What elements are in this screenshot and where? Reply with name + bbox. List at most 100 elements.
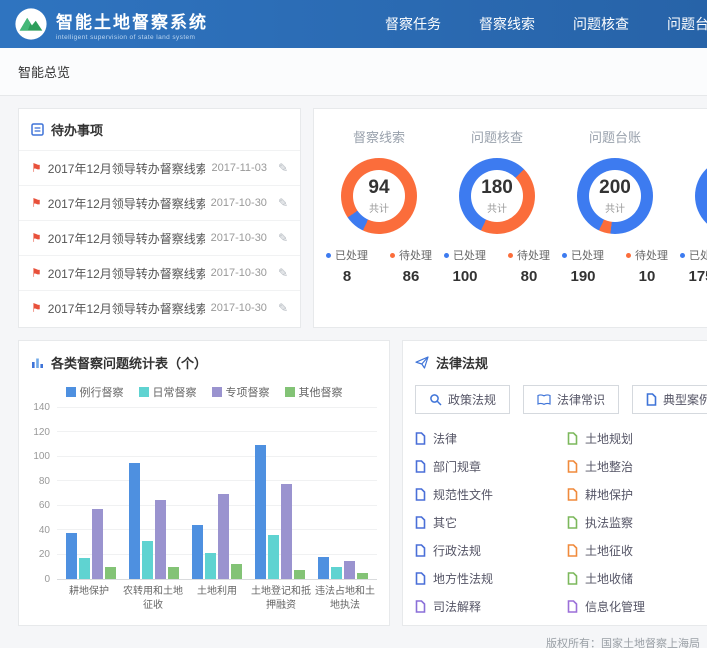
plot-area [57, 408, 377, 580]
app-title-block: 智能土地督察系统 intelligent supervision of stat… [56, 8, 208, 41]
edit-icon[interactable]: ✎ [278, 161, 288, 175]
y-tick-label: 60 [39, 500, 50, 511]
law-item[interactable]: 法律 [415, 424, 567, 452]
law-tab-2[interactable]: 法律常识 [523, 385, 619, 414]
flag-icon: ⚑ [31, 301, 42, 315]
todo-panel: 待办事项 ⚑2017年12月领导转办督察线索2017-11-03✎⚑2017年1… [18, 108, 301, 328]
law-tab-label: 典型案例 [663, 391, 707, 408]
law-item[interactable]: 信息化管理 [567, 592, 707, 620]
x-tick-label: 违法占地和土地执法 [314, 585, 376, 612]
book-icon [567, 432, 578, 445]
law-item-label: 司法解释 [433, 598, 481, 615]
todo-item[interactable]: ⚑2017年12月领导转办督察线索2017-11-03✎ [19, 150, 300, 185]
todo-item[interactable]: ⚑2017年12月领导转办督察线索2017-10-30✎ [19, 255, 300, 290]
bar-chart-icon [31, 357, 44, 369]
law-tab-1[interactable]: 政策法规 [415, 385, 510, 414]
page-title: 智能总览 [18, 65, 70, 80]
law-item[interactable]: 执法监察 [567, 508, 707, 536]
todo-date: 2017-11-03 [211, 162, 266, 174]
laws-panel: 法律法规 政策法规法律常识典型案例 法律部门规章规范性文件其它行政法规地方性法规… [402, 340, 707, 626]
processed-legend: 已处理190 [562, 247, 604, 285]
y-axis: 020406080100120140 [31, 408, 57, 580]
legend-swatch [139, 387, 149, 397]
stat-title: 督察线索 [320, 127, 438, 146]
bar [168, 567, 179, 579]
policy-icon [429, 393, 442, 406]
todo-text: 2017年12月领导转办督察线索 [48, 195, 205, 212]
bar [344, 561, 355, 579]
todo-item[interactable]: ⚑2017年12月领导转办督察线索2017-10-30✎ [19, 185, 300, 220]
law-item[interactable]: 司法解释 [415, 592, 567, 620]
bar [205, 553, 216, 579]
bar-group [129, 408, 179, 579]
todo-date: 2017-10-30 [211, 232, 267, 244]
legend-item: 日常督察 [139, 384, 197, 400]
law-tab-3[interactable]: 典型案例 [632, 385, 707, 414]
app-logo: 智能土地督察系统 intelligent supervision of stat… [14, 7, 208, 41]
book-icon [567, 544, 578, 557]
law-tab-label: 法律常识 [557, 391, 605, 408]
breadcrumb-bar: 智能总览 [0, 48, 707, 96]
law-item-label: 规范性文件 [433, 486, 493, 503]
legend-swatch [66, 387, 76, 397]
processed-value: 100 [444, 268, 486, 285]
bar-chart-legend: 例行督察日常督察专项督察其他督察 [31, 384, 377, 400]
bar [331, 567, 342, 579]
stat-title: 问题台账 [556, 127, 674, 146]
law-column: 法律部门规章规范性文件其它行政法规地方性法规司法解释 [415, 424, 567, 620]
todo-list: ⚑2017年12月领导转办督察线索2017-11-03✎⚑2017年12月领导转… [19, 150, 300, 325]
processed-legend: 已处理8 [326, 247, 368, 285]
bar [357, 573, 368, 579]
pending-value: 86 [390, 268, 432, 285]
y-tick-label: 80 [39, 476, 50, 487]
edit-icon[interactable]: ✎ [278, 266, 288, 280]
law-item[interactable]: 土地规划 [567, 424, 707, 452]
nav-item-3[interactable]: 问题核查 [573, 14, 629, 34]
law-item[interactable]: 耕地保护 [567, 480, 707, 508]
y-tick-label: 40 [39, 525, 50, 536]
x-tick-label: 耕地保护 [58, 585, 120, 612]
edit-icon[interactable]: ✎ [278, 301, 288, 315]
pending-value: 80 [508, 268, 550, 285]
bar [294, 570, 305, 579]
todo-text: 2017年12月领导转办督察线索 [48, 265, 205, 282]
book-icon [415, 432, 426, 445]
stat-title: 问题核查 [438, 127, 556, 146]
law-item[interactable]: 部门规章 [415, 452, 567, 480]
nav-item-1[interactable]: 督察任务 [385, 14, 441, 34]
pending-legend: 待处理86 [390, 247, 432, 285]
law-item-label: 法律 [433, 430, 457, 447]
law-item[interactable]: 土地收储 [567, 564, 707, 592]
bar [66, 533, 77, 579]
law-item-label: 其它 [433, 514, 457, 531]
book-icon [646, 393, 657, 406]
bar [218, 494, 229, 580]
edit-icon[interactable]: ✎ [278, 231, 288, 245]
book-icon [415, 544, 426, 557]
law-item[interactable]: 地方性法规 [415, 564, 567, 592]
legend-item: 专项督察 [212, 384, 270, 400]
todo-date: 2017-10-30 [211, 267, 267, 279]
law-item[interactable]: 土地征收 [567, 536, 707, 564]
nav-item-4[interactable]: 问题台账 [667, 14, 707, 34]
flag-icon: ⚑ [31, 231, 42, 245]
todo-item[interactable]: ⚑2017年12月领导转办督察线索2017-10-30✎ [19, 290, 300, 325]
stat-title: 督察任务 [674, 127, 707, 146]
book-icon [567, 488, 578, 501]
law-item[interactable]: 行政法规 [415, 536, 567, 564]
law-item[interactable]: 土地整治 [567, 452, 707, 480]
edit-icon[interactable]: ✎ [278, 196, 288, 210]
nav-item-2[interactable]: 督察线索 [479, 14, 535, 34]
processed-dot [680, 253, 685, 258]
todo-item[interactable]: ⚑2017年12月领导转办督察线索2017-10-30✎ [19, 220, 300, 255]
processed-value: 8 [326, 268, 368, 285]
bar [192, 525, 203, 579]
law-item[interactable]: 其它 [415, 508, 567, 536]
x-axis-labels: 耕地保护农转用和土地征收土地利用土地登记和抵押融资违法占地和土地执法 [57, 585, 377, 612]
book-icon [567, 460, 578, 473]
bar [255, 445, 266, 579]
book-icon [415, 600, 426, 613]
bar-chart: 020406080100120140 [31, 408, 377, 580]
law-item[interactable]: 规范性文件 [415, 480, 567, 508]
bar [281, 484, 292, 579]
